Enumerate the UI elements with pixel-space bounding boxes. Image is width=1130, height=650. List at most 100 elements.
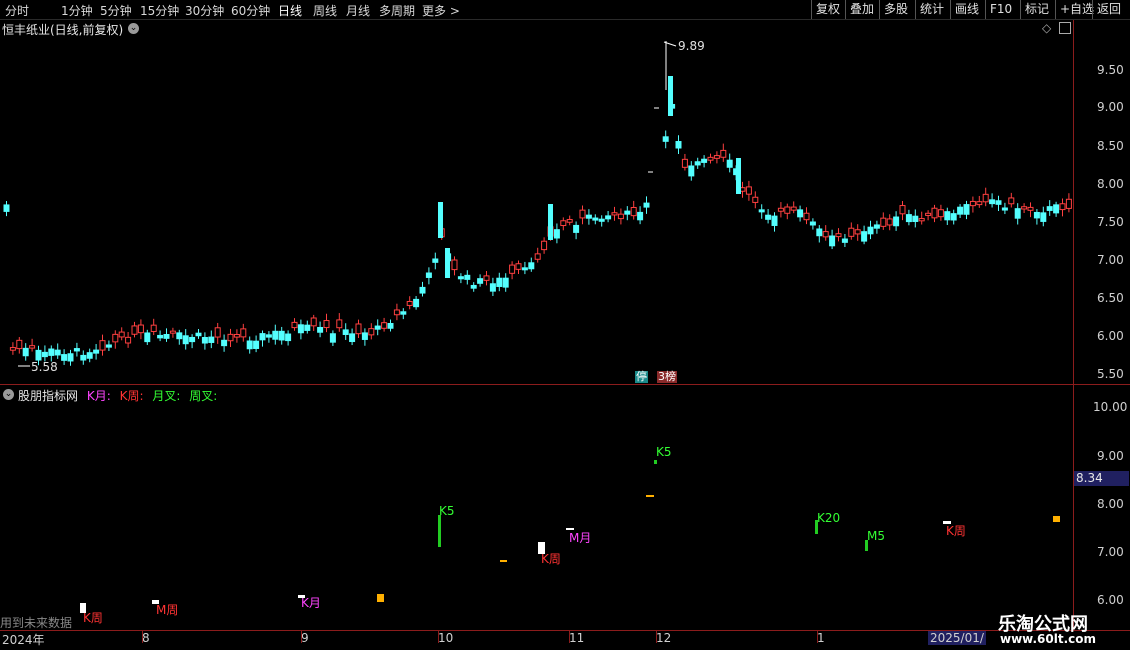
candle-body: [765, 214, 772, 220]
watermark-url: www.60lt.com: [1000, 632, 1097, 646]
candle-body: [797, 209, 804, 218]
candle-body: [976, 201, 983, 206]
candle-body: [521, 267, 528, 271]
low-price-label: 5.58: [31, 360, 58, 374]
candle-body: [41, 351, 48, 358]
candle-body: [323, 320, 330, 329]
candle-body: [931, 207, 938, 219]
candle-body: [368, 328, 375, 336]
candle-body: [573, 224, 580, 233]
candle-body: [694, 161, 701, 166]
indicator-label: K20: [817, 511, 841, 525]
candle-body: [35, 349, 42, 361]
candle-body: [637, 211, 644, 221]
candle-body: [253, 340, 260, 349]
candle-body: [438, 202, 443, 238]
indicator-tick: 6.00: [1097, 593, 1124, 607]
candle-body: [189, 336, 196, 343]
indicator-tick: 9.00: [1097, 449, 1124, 463]
indicator-label: K周: [83, 611, 103, 625]
price-tick: 9.00: [1097, 100, 1124, 114]
candle-body: [105, 344, 112, 348]
candle-body: [400, 311, 407, 315]
high-price-label: 9.89: [678, 39, 705, 53]
candle-body: [137, 324, 144, 334]
candle-body: [227, 333, 234, 342]
candle-body: [707, 156, 714, 161]
price-tick: 7.50: [1097, 215, 1124, 229]
candle-body: [259, 333, 266, 341]
stop-badge[interactable]: 停: [635, 371, 648, 383]
candle-body: [771, 215, 778, 226]
candle-body: [816, 228, 823, 237]
candle-body: [681, 158, 688, 168]
candle-body: [643, 202, 650, 208]
candle-body: [585, 214, 592, 219]
date-tick: 2024年: [2, 633, 45, 647]
candle-body: [221, 339, 228, 347]
candle-body: [125, 336, 132, 344]
candle-body: [841, 238, 848, 243]
indicator-label: K周: [541, 552, 561, 566]
candle-body: [278, 330, 285, 341]
candle-body: [867, 226, 874, 235]
rank-badge[interactable]: 3榜: [657, 371, 677, 383]
candle-body: [528, 262, 535, 270]
date-tick: 11: [569, 631, 585, 645]
candle-body: [329, 333, 336, 343]
current-value-tag: 8.34: [1074, 471, 1129, 486]
candle-body: [566, 219, 573, 223]
candle-body: [144, 332, 151, 343]
candle-body: [829, 235, 836, 247]
candle-body: [419, 286, 426, 294]
candle-body: [297, 324, 304, 334]
candle-body: [48, 348, 55, 356]
back-button[interactable]: 返回: [1092, 0, 1125, 19]
candle-body: [502, 277, 509, 288]
candle-body: [886, 218, 893, 226]
candle-body: [112, 333, 119, 343]
date-divider: [438, 631, 439, 643]
candle-body: [445, 248, 450, 278]
price-tick: 6.00: [1097, 329, 1124, 343]
candle-body: [304, 324, 311, 331]
date-tick: 12: [656, 631, 672, 645]
candle-body: [182, 335, 189, 345]
candle-body: [548, 204, 553, 240]
candle-body: [1059, 203, 1066, 211]
candle-body: [880, 217, 887, 227]
candle-body: [272, 330, 279, 340]
candle-body: [265, 334, 272, 338]
candle-body: [169, 330, 176, 334]
candle-body: [464, 274, 471, 280]
candle-body: [86, 352, 93, 359]
candle-body: [758, 209, 765, 213]
candle-body: [611, 212, 618, 216]
indicator-label: K月: [301, 596, 321, 610]
indicator-label: K5: [656, 445, 672, 459]
candle-body: [163, 333, 170, 339]
candle-body: [803, 212, 810, 221]
candle-body: [822, 231, 829, 238]
candle-body: [688, 165, 695, 177]
candle-body: [387, 323, 394, 329]
candle-body: [509, 264, 516, 274]
indicator-bar: [438, 515, 441, 547]
candle-body: [233, 333, 240, 338]
indicator-tick: 7.00: [1097, 545, 1124, 559]
candle-body: [1033, 211, 1040, 219]
candle-body: [9, 347, 16, 351]
candle-body: [73, 348, 80, 352]
candle-body: [285, 333, 292, 342]
candle-body: [579, 209, 586, 219]
candle-body: [701, 158, 708, 163]
indicator-bar: [654, 460, 657, 464]
candle-body: [605, 215, 612, 220]
candle-body: [592, 217, 599, 221]
candle-body: [515, 263, 522, 270]
candle-body: [624, 210, 631, 215]
candle-body: [29, 345, 36, 349]
candle-body: [457, 276, 464, 280]
candle-body: [854, 229, 861, 235]
date-divider: [301, 631, 302, 643]
